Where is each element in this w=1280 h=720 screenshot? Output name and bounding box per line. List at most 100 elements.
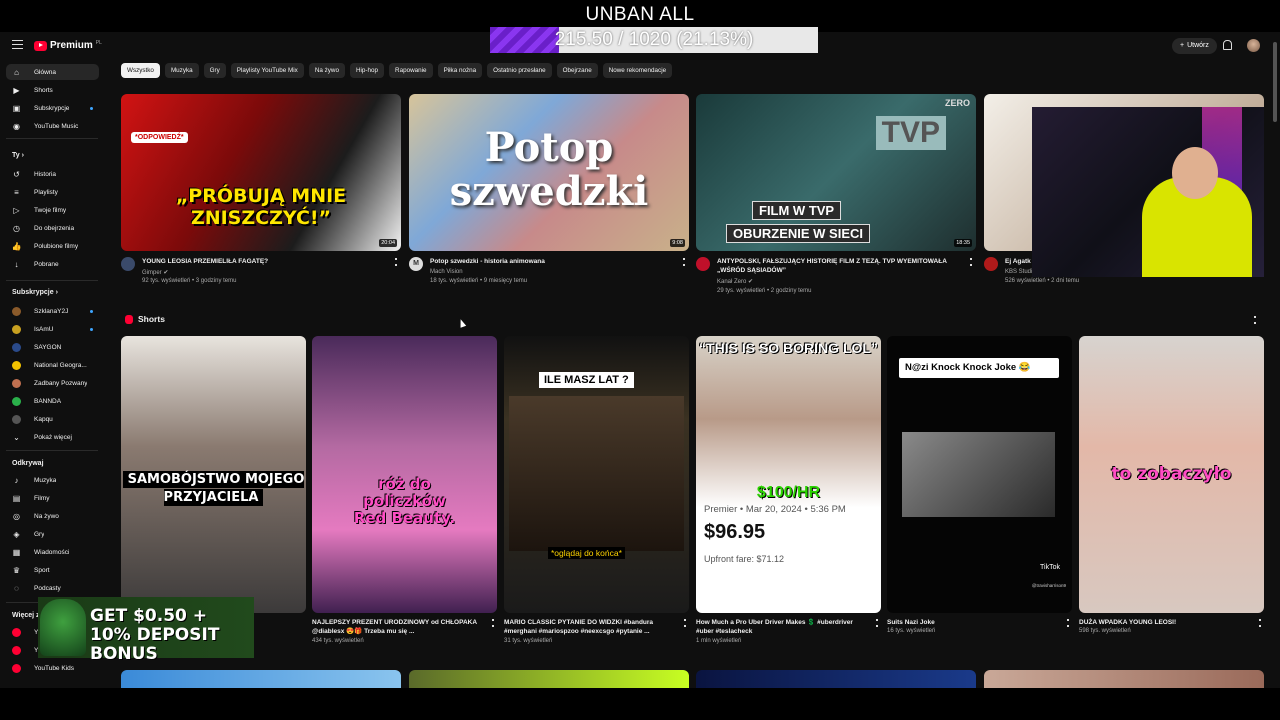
short-thumbnail[interactable]: róż do policzków Red Beauty. xyxy=(312,336,497,613)
video-thumbnail[interactable]: Potop szwedzki 9:08 xyxy=(409,94,689,251)
sidebar-item[interactable]: Kapqu xyxy=(6,411,99,427)
channel-avatar[interactable] xyxy=(121,257,135,271)
more-actions-icon[interactable] xyxy=(970,258,972,266)
sidebar-item[interactable]: ≡ Playlisty xyxy=(6,184,99,200)
sidebar-item[interactable]: IsAmU xyxy=(6,321,99,337)
channel-avatar xyxy=(12,360,21,370)
sidebar-item[interactable]: ◉ YouTube Music xyxy=(6,118,99,134)
short-thumbnail[interactable]: ILE MASZ LAT ? *oglądaj do końca* xyxy=(504,336,689,613)
video-thumbnail[interactable]: ZERO TVP FILM W TVP OBURZENIE W SIECI 18… xyxy=(696,94,976,251)
youtube-premium-logo[interactable]: Premium PL xyxy=(34,40,102,51)
sidebar-item[interactable]: ◈ Gry xyxy=(6,526,99,542)
video-thumbnail-peek[interactable] xyxy=(409,670,689,688)
channel-avatar[interactable] xyxy=(696,257,710,271)
sidebar-item[interactable]: ♛ Sport xyxy=(6,562,99,578)
shorts-heading: Shorts xyxy=(138,314,165,324)
short-title[interactable]: How Much a Pro Uber Driver Makes 💲 #uber… xyxy=(696,618,866,636)
video-title[interactable]: YOUNG LEOSIA PRZEMIELIŁA FAGATĘ? xyxy=(142,257,387,266)
trophy-icon: ♛ xyxy=(12,565,21,575)
account-avatar[interactable] xyxy=(1247,39,1260,52)
more-actions-icon[interactable] xyxy=(683,258,685,266)
video-title[interactable]: ANTYPOLSKI, FAŁSZUJĄCY HISTORIĘ FILM Z T… xyxy=(717,257,962,275)
short-title[interactable]: DUŻA WPADKA YOUNG LEOSI! xyxy=(1079,618,1249,627)
music-note-icon: ♪ xyxy=(14,475,19,485)
sidebar-item[interactable]: ◎ Na żywo xyxy=(6,508,99,524)
channel-name[interactable]: KBS Studi xyxy=(1005,269,1032,275)
filter-chip[interactable]: Na żywo xyxy=(308,63,345,78)
more-actions-icon[interactable] xyxy=(684,619,686,627)
sidebar-item[interactable]: ↺ Historia xyxy=(6,166,99,182)
scrollbar-thumb[interactable] xyxy=(1273,42,1277,122)
sidebar-item[interactable]: Zadbany Pozwany xyxy=(6,375,99,391)
sidebar-item[interactable]: BANNDA xyxy=(6,393,99,409)
sidebar-item[interactable]: National Geogra... xyxy=(6,357,99,373)
filter-chip[interactable]: Rapowanie xyxy=(389,63,433,78)
video-meta: 526 wyświetleń • 2 dni temu xyxy=(1005,278,1080,284)
filter-chip[interactable]: Gry xyxy=(203,63,226,78)
your-videos-icon: ▷ xyxy=(13,205,20,215)
sidebar-item[interactable]: ▣ Subskrypcje xyxy=(6,100,99,116)
short-thumbnail[interactable]: “THIS IS SO BORING LOL” $100/HR Premier … xyxy=(696,336,881,613)
logo-brand: Premium xyxy=(50,40,93,51)
page-scrollbar[interactable] xyxy=(1272,32,1278,688)
short-title[interactable]: MARIO CLASSIC PYTANIE DO WIDZKI #bandura… xyxy=(504,618,674,636)
sidebar-item[interactable]: ▦ Wiadomości xyxy=(6,544,99,560)
channel-name: Gimper xyxy=(142,270,162,276)
menu-icon[interactable] xyxy=(12,40,23,49)
filter-chip[interactable]: Ostatnio przesłane xyxy=(487,63,552,78)
sidebar-item[interactable]: ◌ Podcasty xyxy=(6,580,99,596)
video-thumbnail-peek[interactable] xyxy=(984,670,1264,688)
video-thumbnail-peek[interactable] xyxy=(696,670,976,688)
video-channel[interactable]: Kanał Zero ✔ xyxy=(717,278,753,285)
filter-chip[interactable]: Nowe rekomendacje xyxy=(602,63,673,78)
sidebar-item-label: Muzyka xyxy=(34,476,57,484)
channel-name[interactable]: Mach Vision xyxy=(430,269,463,275)
channel-avatar[interactable]: M xyxy=(409,257,423,271)
sidebar-item[interactable]: SzklanaY2J xyxy=(6,303,99,319)
video-channel[interactable]: Gimper ✔ xyxy=(142,269,168,276)
more-actions-icon[interactable] xyxy=(1067,619,1069,627)
filter-chip[interactable]: Wszystko xyxy=(121,63,160,78)
create-button[interactable]: + Utwórz xyxy=(1172,38,1217,54)
show-more-button[interactable]: ⌄ Pokaż więcej xyxy=(6,429,99,445)
more-actions-icon[interactable] xyxy=(395,258,397,266)
more-actions-icon[interactable] xyxy=(492,619,494,627)
short-title[interactable]: NAJLEPSZY PREZENT URODZINOWY od CHŁOPAKA… xyxy=(312,618,482,636)
uber-fare: Upfront fare: $71.12 xyxy=(704,554,785,564)
more-actions-icon[interactable] xyxy=(876,619,878,627)
filter-chips: Wszystko Muzyka Gry Playlisty YouTube Mix Na… xyxy=(121,63,673,78)
tiktok-logo: TikTok xyxy=(1040,564,1060,571)
sidebar-item[interactable]: ◷ Do obejrzenia xyxy=(6,220,99,236)
sidebar-item[interactable]: YouTube Kids xyxy=(6,660,99,676)
more-actions-icon[interactable] xyxy=(1259,619,1261,627)
video-thumbnail-peek[interactable] xyxy=(121,670,401,688)
sidebar-item[interactable]: ♪ Muzyka xyxy=(6,472,99,488)
sidebar-item[interactable]: SAYGON xyxy=(6,339,99,355)
video-title[interactable]: Potop szwedzki - historia animowana xyxy=(430,257,675,266)
sidebar-item-label: Shorts xyxy=(34,86,53,94)
filter-chip[interactable]: Piłka nożna xyxy=(437,63,483,78)
filter-chip[interactable]: Hip-hop xyxy=(349,63,385,78)
sidebar-item[interactable]: ▶ Shorts xyxy=(6,82,99,98)
sidebar-item[interactable]: ⌂ Główna xyxy=(6,64,99,80)
filter-chip[interactable]: Muzyka xyxy=(164,63,199,78)
sidebar-section-heading[interactable]: Subskrypcje › xyxy=(12,289,58,296)
video-thumbnail[interactable]: *ODPOWIEDŹ* „PRÓBUJĄ MNIE ZNISZCZYĆ!” 20… xyxy=(121,94,401,251)
short-title[interactable]: Suits Nazi Joke xyxy=(887,618,1057,627)
filter-chip[interactable]: Obejrzane xyxy=(556,63,598,78)
tiktok-user: @travisharrison9 xyxy=(1031,583,1066,588)
shelf-more-icon[interactable] xyxy=(1254,316,1256,324)
short-thumbnail[interactable]: N@zi Knock Knock Joke 😂 TikTok @travisha… xyxy=(887,336,1072,613)
sidebar-item[interactable]: ▤ Filmy xyxy=(6,490,99,506)
short-thumbnail[interactable]: to zobaczyło xyxy=(1079,336,1264,613)
sidebar-item[interactable]: ▷ Twoje filmy xyxy=(6,202,99,218)
sidebar-section-heading[interactable]: Ty › xyxy=(12,152,24,159)
short-thumbnail[interactable]: SAMOBÓJSTWO MOJEGO PRZYJACIELA xyxy=(121,336,306,613)
filter-chip[interactable]: Playlisty YouTube Mix xyxy=(230,63,304,78)
sidebar-item[interactable]: ↓ Pobrane xyxy=(6,256,99,272)
channel-avatar[interactable] xyxy=(984,257,998,271)
sidebar-item-label: Podcasty xyxy=(34,584,61,592)
sidebar-item[interactable]: 👍 Polubione filmy xyxy=(6,238,99,254)
create-label: Utwórz xyxy=(1187,42,1209,49)
bell-icon[interactable] xyxy=(1223,40,1232,50)
